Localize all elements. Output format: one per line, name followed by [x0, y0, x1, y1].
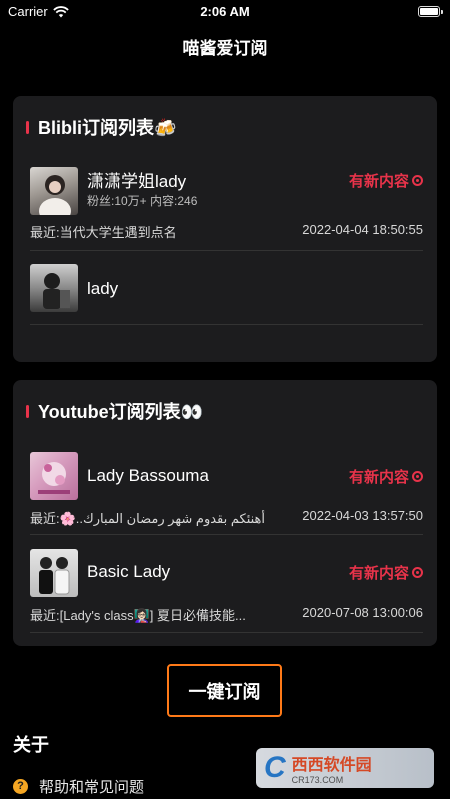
subscription-stats: 粉丝:10万+ 内容:246 [87, 194, 198, 208]
battery-icon [418, 6, 443, 17]
row-divider [30, 324, 423, 325]
youtube-card-title: Youtube订阅列表👀 [38, 402, 204, 422]
subscription-name: 潇潇学姐lady [87, 172, 187, 191]
new-content-badge: 有新内容 [349, 562, 423, 583]
latest-content: 最近:🌸..أهنئكم بقدوم شهر رمضان المبارك [30, 511, 266, 526]
subscription-row[interactable]: Basic Lady 有新内容 最近:[Lady's class👩🏻‍🏫] 夏日… [30, 535, 423, 633]
subscription-row[interactable]: Lady Bassouma 有新内容 最近:🌸..أهنئكم بقدوم شه… [30, 442, 423, 535]
latest-content: 最近:[Lady's class👩🏻‍🏫] 夏日必備技能... [30, 608, 246, 623]
new-content-badge: 有新内容 [349, 466, 423, 487]
help-faq-label: 帮助和常见问题 [39, 779, 145, 796]
watermark-brand: 西西软件园 [291, 757, 372, 774]
new-dot-icon [412, 175, 423, 186]
subscription-row[interactable]: 潇潇学姐lady 粉丝:10万+ 内容:246 有新内容 最近:当代大学生遇到点… [30, 158, 423, 251]
subscription-name: Lady Bassouma [87, 466, 209, 485]
accent-bar [26, 404, 29, 418]
avatar [30, 452, 78, 500]
watermark-logo: C 西西软件园 CR173.COM [256, 748, 434, 788]
youtube-subscription-card: Youtube订阅列表👀 Lady Bassouma 有新内容 最近:🌸..أه… [13, 380, 437, 646]
subscribe-all-button[interactable]: 一键订阅 [167, 664, 282, 717]
blibli-card-title: Blibli订阅列表🍻 [38, 118, 177, 138]
latest-content: 最近:当代大学生遇到点名 [30, 225, 177, 240]
avatar [30, 549, 78, 597]
avatar [30, 264, 78, 312]
subscription-name: lady [87, 279, 119, 298]
watermark-site: CR173.COM [291, 775, 344, 785]
subscription-name: Basic Lady [87, 562, 171, 581]
status-bar: Carrier 2:06 AM [0, 0, 450, 24]
page-title: 喵酱爱订阅 [182, 39, 268, 58]
watermark-c-icon: C [264, 751, 286, 784]
latest-time: 2022-04-04 18:50:55 [302, 222, 423, 237]
help-faq-item[interactable]: ? 帮助和常见问题 [13, 776, 144, 797]
new-content-badge: 有新内容 [349, 170, 423, 191]
youtube-card-header: Youtube订阅列表👀 [26, 398, 203, 424]
new-dot-icon [412, 567, 423, 578]
blibli-card-header: Blibli订阅列表🍻 [26, 114, 176, 140]
avatar [30, 167, 78, 215]
subscription-row[interactable]: lady [30, 251, 423, 325]
row-divider [30, 632, 423, 633]
about-section-title: 关于 [13, 735, 49, 755]
latest-time: 2022-04-03 13:57:50 [302, 508, 423, 523]
accent-bar [26, 120, 29, 134]
new-dot-icon [412, 471, 423, 482]
status-time: 2:06 AM [200, 4, 250, 19]
latest-time: 2020-07-08 13:00:06 [302, 605, 423, 620]
blibli-subscription-card: Blibli订阅列表🍻 潇潇学姐lady 粉丝:10万+ 内容:246 有新内容… [13, 96, 437, 362]
question-icon: ? [13, 779, 28, 794]
